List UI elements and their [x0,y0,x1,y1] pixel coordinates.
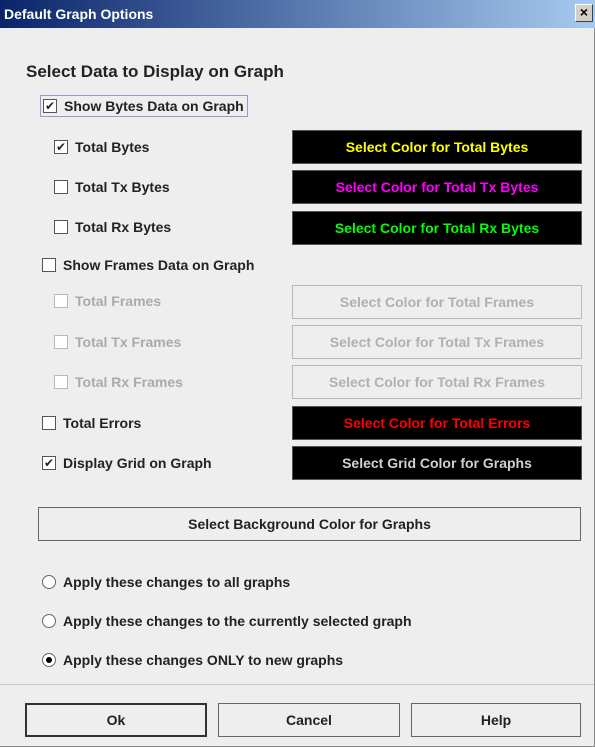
default-graph-options-dialog: Default Graph Options × Select Data to D… [0,0,595,747]
apply-selected-graph-radio[interactable]: Apply these changes to the currently sel… [42,611,412,631]
button-bar-separator [0,684,594,685]
ok-button[interactable]: Ok [25,703,207,737]
radio-circle[interactable] [42,653,56,667]
total-tx-bytes-checkbox[interactable]: Total Tx Bytes [54,176,170,198]
grid-color-button[interactable]: Select Grid Color for Graphs [292,446,582,480]
checkbox-box[interactable] [42,416,56,430]
total-rx-frames-color-button: Select Color for Total Rx Frames [292,365,582,399]
total-errors-checkbox[interactable]: Total Errors [42,412,141,434]
section-title: Select Data to Display on Graph [26,62,284,81]
total-rx-bytes-checkbox[interactable]: Total Rx Bytes [54,216,171,238]
radio-circle[interactable] [42,575,56,589]
checkbox-box[interactable]: ✔ [54,140,68,154]
radio-label: Apply these changes to all graphs [63,574,291,590]
background-color-button[interactable]: Select Background Color for Graphs [38,507,581,541]
total-bytes-checkbox[interactable]: ✔ Total Bytes [54,136,149,158]
checkbox-box[interactable]: ✔ [42,456,56,470]
checkbox-label: Total Frames [75,293,162,309]
apply-all-graphs-radio[interactable]: Apply these changes to all graphs [42,572,290,592]
checkbox-label: Total Bytes [75,139,150,155]
radio-circle[interactable] [42,614,56,628]
total-rx-frames-checkbox: Total Rx Frames [54,371,183,393]
checkbox-label: Total Rx Frames [75,374,183,390]
checkbox-box[interactable] [42,258,56,272]
show-frames-checkbox[interactable]: Show Frames Data on Graph [42,254,254,276]
help-button[interactable]: Help [411,703,581,737]
total-tx-frames-color-button: Select Color for Total Tx Frames [292,325,582,359]
title-bar[interactable]: Default Graph Options × [0,0,595,28]
checkbox-label: Total Tx Frames [75,334,182,350]
total-bytes-color-button[interactable]: Select Color for Total Bytes [292,130,582,164]
checkbox-label: Total Rx Bytes [75,219,172,235]
checkbox-label: Total Tx Bytes [75,179,170,195]
radio-label: Apply these changes to the currently sel… [63,613,412,629]
window-title: Default Graph Options [4,6,154,22]
radio-label: Apply these changes ONLY to new graphs [63,652,344,668]
display-grid-checkbox[interactable]: ✔ Display Grid on Graph [42,452,212,474]
close-icon[interactable]: × [575,4,593,22]
checkbox-box [54,294,68,308]
checkbox-label: Show Frames Data on Graph [63,257,255,273]
total-tx-frames-checkbox: Total Tx Frames [54,331,181,353]
total-rx-bytes-color-button[interactable]: Select Color for Total Rx Bytes [292,211,582,245]
total-frames-color-button: Select Color for Total Frames [292,285,582,319]
checkbox-box [54,375,68,389]
checkbox-box[interactable]: ✔ [43,99,57,113]
show-bytes-checkbox[interactable]: ✔ Show Bytes Data on Graph [40,95,248,117]
checkbox-label: Display Grid on Graph [63,455,212,471]
apply-new-graphs-radio[interactable]: Apply these changes ONLY to new graphs [42,650,343,670]
total-errors-color-button[interactable]: Select Color for Total Errors [292,406,582,440]
cancel-button[interactable]: Cancel [218,703,400,737]
checkbox-label: Total Errors [63,415,142,431]
total-tx-bytes-color-button[interactable]: Select Color for Total Tx Bytes [292,170,582,204]
total-frames-checkbox: Total Frames [54,290,161,312]
checkbox-box[interactable] [54,220,68,234]
checkbox-label: Show Bytes Data on Graph [64,98,244,114]
checkbox-box[interactable] [54,180,68,194]
checkbox-box [54,335,68,349]
